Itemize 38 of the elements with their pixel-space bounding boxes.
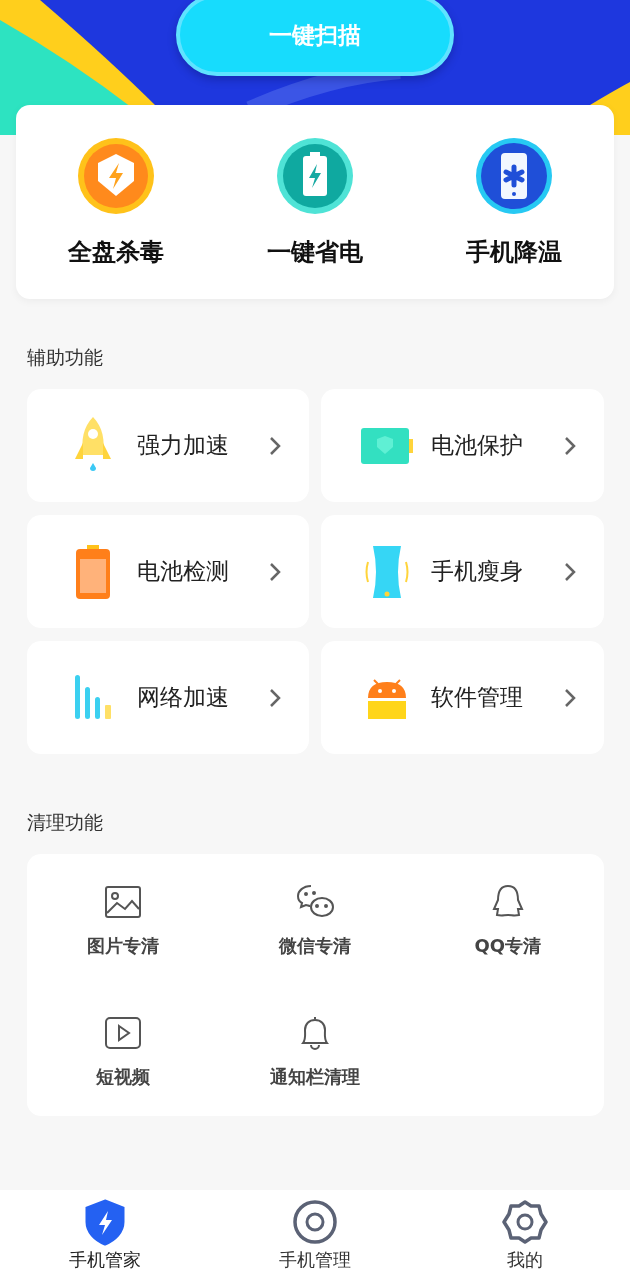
clean-label[interactable]: 图片专清 — [87, 933, 160, 958]
chevron-icon — [563, 560, 577, 583]
tool-label: 软件管理 — [431, 683, 524, 712]
tool-label: 电池保护 — [431, 431, 524, 460]
chevron-icon — [268, 434, 282, 457]
tool-card[interactable]: 电池检测 — [27, 515, 309, 628]
tool-label: 手机瘦身 — [431, 557, 524, 586]
tool-label: 电池检测 — [137, 557, 230, 586]
clean-label[interactable]: 短视频 — [96, 1064, 151, 1089]
chevron-icon — [268, 686, 282, 709]
tool-card[interactable]: 电池保护 — [321, 389, 604, 502]
clean-label[interactable]: 微信专清 — [279, 933, 352, 958]
clean-label[interactable]: QQ专清 — [474, 933, 542, 958]
feature-label[interactable]: 一键省电 — [267, 236, 363, 268]
shield-icon — [75, 136, 156, 216]
section-title: 清理功能 — [27, 810, 104, 835]
nav-tab-label[interactable]: 手机管家 — [69, 1248, 141, 1272]
feature-label[interactable]: 全盘杀毒 — [67, 236, 164, 268]
tool-card[interactable]: 强力加速 — [27, 389, 309, 502]
phone-icon — [365, 543, 409, 600]
feature-label[interactable]: 手机降温 — [466, 236, 563, 268]
battery-icon — [361, 427, 413, 464]
nav-tab-label[interactable]: 我的 — [507, 1248, 543, 1272]
phone-fan-icon — [474, 136, 555, 216]
tool-card[interactable]: 网络加速 — [27, 641, 309, 754]
nav-tab-label[interactable]: 手机管理 — [279, 1248, 351, 1272]
tool-card[interactable]: 手机瘦身 — [321, 515, 604, 628]
chevron-icon — [563, 686, 577, 709]
signal-bars-icon — [73, 674, 113, 721]
tool-label: 强力加速 — [137, 431, 230, 460]
battery-icon — [75, 544, 111, 599]
tool-label: 网络加速 — [137, 683, 230, 712]
chevron-icon — [563, 434, 577, 457]
tool-card[interactable]: 软件管理 — [321, 641, 604, 754]
section-title: 辅助功能 — [27, 345, 104, 370]
clean-label[interactable]: 通知栏清理 — [270, 1064, 361, 1089]
battery-icon — [275, 136, 355, 216]
chevron-icon — [268, 560, 282, 583]
